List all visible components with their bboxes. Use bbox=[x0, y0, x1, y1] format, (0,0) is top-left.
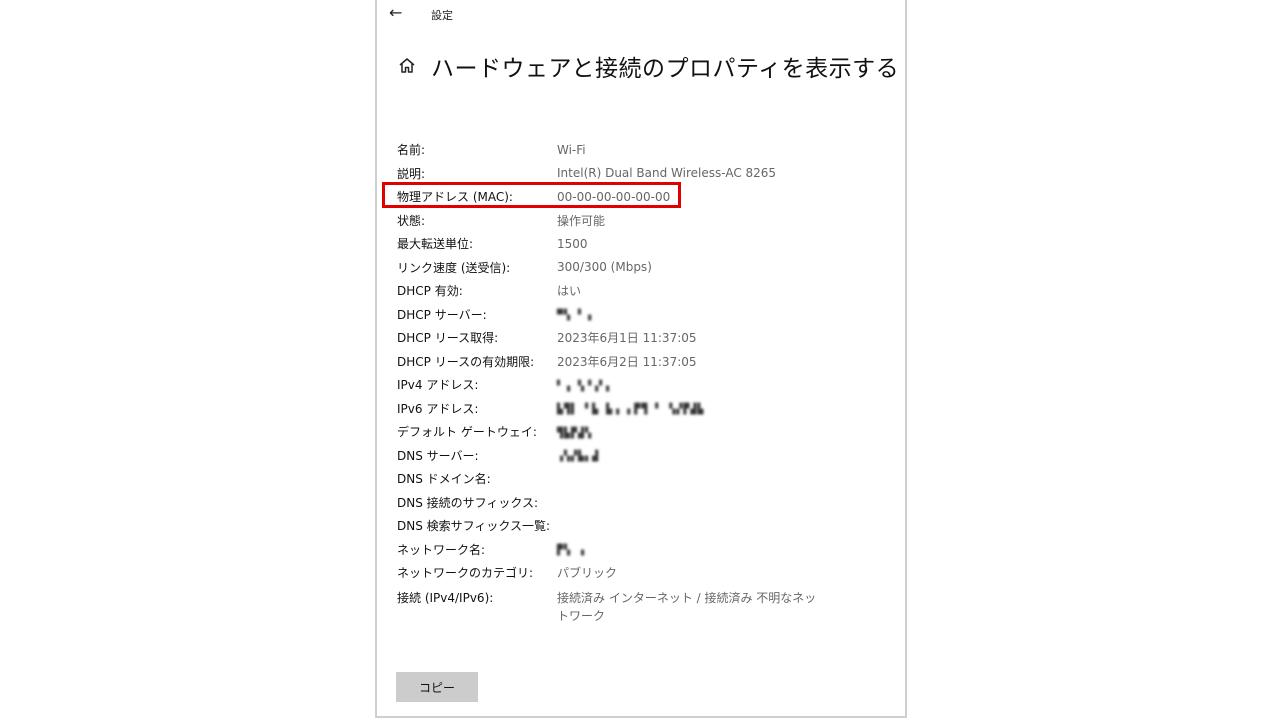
property-label: DHCP リースの有効期限: bbox=[397, 354, 535, 369]
properties-list: 名前: Wi-Fi 説明: Intel(R) Dual Band Wireles… bbox=[397, 138, 887, 625]
property-label: DNS ドメイン名: bbox=[397, 472, 491, 487]
property-value: 接続済み インターネット / 接続済み 不明なネットワーク bbox=[557, 590, 817, 623]
property-row-dns-domain: DNS ドメイン名: bbox=[397, 467, 887, 491]
property-row-network-name: ネットワーク名: ▛▚ ▗ bbox=[397, 538, 887, 562]
property-row-state: 状態: 操作可能 bbox=[397, 209, 887, 233]
redacted-value: ▀▚ ▘▗ bbox=[557, 310, 593, 322]
back-arrow-icon[interactable]: ← bbox=[389, 3, 402, 23]
title-bar: ← 設定 bbox=[377, 0, 905, 30]
property-value: 00-00-00-00-00-00 bbox=[557, 189, 671, 204]
property-label: リンク速度 (送受信): bbox=[397, 260, 511, 275]
property-value: 操作可能 bbox=[557, 213, 606, 228]
property-label: 説明: bbox=[397, 166, 426, 181]
property-value: 2023年6月1日 11:37:05 bbox=[557, 331, 697, 346]
property-row-description: 説明: Intel(R) Dual Band Wireless-AC 8265 bbox=[397, 162, 887, 186]
property-label: IPv4 アドレス: bbox=[397, 378, 479, 393]
property-label: 最大転送単位: bbox=[397, 237, 474, 252]
property-label: 接続 (IPv4/IPv6): bbox=[397, 590, 494, 605]
copy-button[interactable]: コピー bbox=[396, 672, 478, 702]
property-label: IPv6 アドレス: bbox=[397, 401, 479, 416]
property-label: DHCP 有効: bbox=[397, 284, 463, 299]
property-row-link-speed: リンク速度 (送受信): 300/300 (Mbps) bbox=[397, 256, 887, 280]
property-label: 状態: bbox=[397, 213, 426, 228]
property-value: 2023年6月2日 11:37:05 bbox=[557, 354, 697, 369]
property-value: Intel(R) Dual Band Wireless-AC 8265 bbox=[557, 166, 777, 181]
property-value: はい bbox=[557, 284, 582, 299]
property-row-connectivity: 接続 (IPv4/IPv6): 接続済み インターネット / 接続済み 不明なネ… bbox=[397, 585, 887, 625]
property-row-dns-suffix: DNS 接続のサフィックス: bbox=[397, 491, 887, 515]
property-label: ネットワークのカテゴリ: bbox=[397, 566, 534, 581]
property-label: DHCP リース取得: bbox=[397, 331, 499, 346]
property-label: ネットワーク名: bbox=[397, 542, 486, 557]
property-row-dns-servers: DNS サーバー: ▗▚▞▙▖▟ bbox=[397, 444, 887, 468]
property-row-dhcp-enabled: DHCP 有効: はい bbox=[397, 279, 887, 303]
property-row-ipv6: IPv6 アドレス: ▙▜▌ ▘▙ ▙▗ ▖▛▜ ▘ ▚▞▛▟▙ bbox=[397, 397, 887, 421]
settings-window: ← 設定 ハードウェアと接続のプロパティを表示する 名前: Wi-Fi 説明: … bbox=[375, 0, 907, 718]
property-label: DNS サーバー: bbox=[397, 448, 479, 463]
property-row-ipv4: IPv4 アドレス: ▘▗ ▚▝▗▘▖ bbox=[397, 373, 887, 397]
property-value: Wi-Fi bbox=[557, 142, 586, 157]
property-value: 1500 bbox=[557, 236, 588, 251]
property-label: DHCP サーバー: bbox=[397, 307, 487, 322]
property-row-mtu: 最大転送単位: 1500 bbox=[397, 232, 887, 256]
redacted-value: ▗▚▞▙▖▟ bbox=[557, 451, 600, 463]
property-row-lease-expires: DHCP リースの有効期限: 2023年6月2日 11:37:05 bbox=[397, 350, 887, 374]
property-label: DNS 検索サフィックス一覧: bbox=[397, 519, 551, 534]
property-label: DNS 接続のサフィックス: bbox=[397, 495, 539, 510]
page-header: ハードウェアと接続のプロパティを表示する bbox=[397, 48, 899, 84]
property-row-mac: 物理アドレス (MAC): 00-00-00-00-00-00 bbox=[397, 185, 887, 209]
redacted-value: ▛▚ ▗ bbox=[557, 545, 586, 557]
window-title: 設定 bbox=[431, 9, 453, 22]
property-row-lease-obtained: DHCP リース取得: 2023年6月1日 11:37:05 bbox=[397, 326, 887, 350]
property-row-network-category: ネットワークのカテゴリ: パブリック bbox=[397, 561, 887, 585]
redacted-value: ▘▗ ▚▝▗▘▖ bbox=[557, 380, 614, 392]
property-label: 物理アドレス (MAC): bbox=[397, 190, 513, 205]
property-label: 名前: bbox=[397, 143, 426, 158]
redacted-value: ▙▜▌ ▘▙ ▙▗ ▖▛▜ ▘ ▚▞▛▟▙ bbox=[557, 404, 705, 416]
property-row-dns-search-list: DNS 検索サフィックス一覧: bbox=[397, 514, 887, 538]
page-title: ハードウェアと接続のプロパティを表示する bbox=[431, 56, 900, 82]
property-row-dhcp-server: DHCP サーバー: ▀▚ ▘▗ bbox=[397, 303, 887, 327]
property-row-gateway: デフォルト ゲートウェイ: ▜▙▛▟▚ bbox=[397, 420, 887, 444]
property-value: パブリック bbox=[557, 566, 618, 581]
redacted-value: ▜▙▛▟▚ bbox=[557, 427, 593, 439]
property-value: 300/300 (Mbps) bbox=[557, 260, 652, 275]
property-label: デフォルト ゲートウェイ: bbox=[397, 425, 537, 440]
property-row-name: 名前: Wi-Fi bbox=[397, 138, 887, 162]
home-icon bbox=[399, 58, 415, 73]
